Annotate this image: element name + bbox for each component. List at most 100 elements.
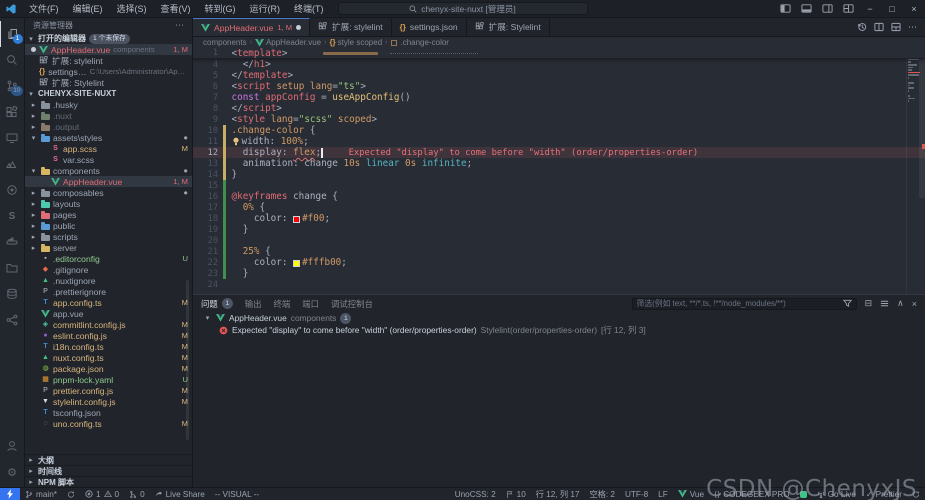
code-line-9[interactable]: 9<style lang="scss" scoped> [193,114,925,125]
activity-project-manager[interactable] [0,255,25,281]
activity-nuxt-tool[interactable] [0,151,25,177]
status-codegeex[interactable]: ⟨⟩CODEGEEX PRO [709,488,795,500]
code-line-21[interactable]: 21 25% { [193,246,925,257]
tree-item-app.vue[interactable]: app.vue [25,308,192,319]
code-line-7[interactable]: 7const appConfig = useAppConfig() [193,92,925,103]
activity-test-tool[interactable] [0,177,25,203]
minimize-button[interactable]: − [859,0,881,18]
tree-item-.nuxtignore[interactable]: ▲.nuxtignore [25,275,192,286]
chevron-right-icon[interactable]: ▸ [29,200,38,208]
tree-item-scripts[interactable]: ▸scripts [25,231,192,242]
maximize-panel-icon[interactable]: ∧ [897,298,904,309]
activity-settings[interactable]: ⚙ [0,459,25,485]
status-git-branch[interactable]: main* [20,488,62,500]
code-editor[interactable]: 1<template> 4 </h1>5</template>6<script … [193,48,925,294]
tree-item-public[interactable]: ▸public [25,220,192,231]
tree-item-components[interactable]: ▾components● [25,165,192,176]
problems-error-row[interactable]: Expected "display" to come before "width… [193,324,925,336]
code-line-11[interactable]: 11width: 100%; [193,136,925,147]
section-大纲[interactable]: ▸大纲 [25,454,192,465]
menu-item-6[interactable]: 终端(T) [287,0,331,18]
chevron-right-icon[interactable]: ▸ [29,101,38,109]
command-center-search[interactable]: chenyx-site-nuxt [管理员] [338,2,588,15]
chevron-down-icon[interactable]: ▾ [29,167,38,175]
maximize-button[interactable]: □ [881,0,903,18]
code-line-5[interactable]: 5</template> [193,70,925,81]
tree-item-.nuxt[interactable]: ▸.nuxt [25,110,192,121]
status-cursor-position[interactable]: 行 12, 列 17 [531,488,585,500]
toggle-sidebar-icon[interactable] [775,3,796,14]
status-remote-indicator[interactable] [0,488,20,500]
more-actions-icon[interactable]: ⋯ [908,22,917,33]
tree-item-var.scss[interactable]: Svar.scss [25,154,192,165]
tree-item-stylelint.config.js[interactable]: ▼stylelint.config.jsM [25,396,192,407]
customize-layout-icon[interactable] [838,3,859,14]
tab-扩展: stylelint[interactable]: 扩展: stylelint [310,18,392,36]
panel-tab-调试控制台[interactable]: 调试控制台 [331,298,373,310]
editor-scrollbar[interactable] [919,48,925,198]
code-line-22[interactable]: 22 color: #fffb00; [193,257,925,268]
activity-account[interactable] [0,433,25,459]
tab-扩展: Stylelint[interactable]: 扩展: Stylelint [467,18,550,36]
status-go-live[interactable]: Go Live [812,488,861,500]
color-swatch[interactable] [293,260,300,267]
menu-item-5[interactable]: 运行(R) [243,0,288,18]
status-merge-count[interactable]: 0 [124,488,150,500]
status-status-refresh[interactable] [907,488,925,500]
close-panel-icon[interactable]: × [912,299,917,309]
tree-item-i18n.config.ts[interactable]: Ti18n.config.tsM [25,341,192,352]
tree-item-.husky[interactable]: ▸.husky [25,99,192,110]
code-line-16[interactable]: 16@keyframes change { [193,191,925,202]
code-line-8[interactable]: 8</script> [193,103,925,114]
dirty-indicator[interactable] [296,25,301,30]
code-line-12[interactable]: 12 display: flex;Expected "display" to c… [193,147,925,158]
status-unocss[interactable]: UnoCSS: 2 [450,488,501,500]
activity-search[interactable] [0,47,25,73]
dirty-indicator[interactable] [31,47,36,52]
project-root-header[interactable]: ▾ CHENYX-SITE-NUXT [25,88,192,99]
activity-extensions[interactable] [0,99,25,125]
code-line-15[interactable]: 15 [193,180,925,191]
code-line-24[interactable]: 24 [193,279,925,290]
code-line-18[interactable]: 18 color: #f00; [193,213,925,224]
tree-item-composables[interactable]: ▸composables● [25,187,192,198]
status-live-share[interactable]: Live Share [150,488,210,500]
section-时间线[interactable]: ▸时间线 [25,465,192,476]
open-editor-AppHeader.vue[interactable]: AppHeader.vuecomponents1, M [25,44,192,55]
activity-remote-explorer[interactable] [0,125,25,151]
status-encoding[interactable]: UTF-8 [620,488,653,500]
tree-item-.gitignore[interactable]: ◆.gitignore [25,264,192,275]
breadcrumb-item[interactable]: {}style scoped [329,38,382,47]
filter-icon[interactable] [843,299,852,308]
code-line-13[interactable]: 13 animation: change 10s linear 0s infin… [193,158,925,169]
tree-item-app.config.ts[interactable]: Tapp.config.tsM [25,297,192,308]
menu-item-2[interactable]: 选择(S) [110,0,154,18]
code-line-6[interactable]: 6<script setup lang="ts"> [193,81,925,92]
status-flag-count[interactable]: 10 [501,488,531,500]
tree-item-layouts[interactable]: ▸layouts [25,198,192,209]
chevron-right-icon[interactable]: ▸ [29,222,38,230]
code-line-4[interactable]: 4 </h1> [193,59,925,70]
problems-filter-input[interactable]: 筛选(例如 text, **/*.ts, !**/node_modules/**… [632,298,857,310]
tree-item-nuxt.config.ts[interactable]: ▲nuxt.config.tsM [25,352,192,363]
close-button[interactable]: × [903,0,925,18]
tree-item-app.scss[interactable]: Sapp.scssM [25,143,192,154]
breadcrumb-item[interactable]: components [203,38,247,47]
code-line-19[interactable]: 19 } [193,224,925,235]
sidebar-scrollbar[interactable] [186,280,189,440]
open-editor-settings.json[interactable]: {}settings.jsonC:\Users\Administrator\Ap… [25,66,192,77]
panel-tab-终端[interactable]: 终端 [274,298,291,310]
section-NPM 脚本[interactable]: ▸NPM 脚本 [25,476,192,487]
activity-docker[interactable] [0,229,25,255]
tree-item-.prettierignore[interactable]: P.prettierignore [25,286,192,297]
timeline-history-icon[interactable] [857,22,867,32]
activity-source-control[interactable]: 10 [0,73,25,99]
code-line-10[interactable]: 10.change-color { [193,125,925,136]
panel-tab-端口[interactable]: 端口 [302,298,319,310]
chevron-down-icon[interactable]: ▾ [29,134,38,142]
status-vim-mode[interactable]: -- VISUAL -- [210,488,264,500]
activity-share-graph[interactable] [0,307,25,333]
status-problems[interactable]: 10 [80,488,124,500]
chevron-right-icon[interactable]: ▸ [29,244,38,252]
breadcrumb-item[interactable]: AppHeader.vue [255,38,321,47]
